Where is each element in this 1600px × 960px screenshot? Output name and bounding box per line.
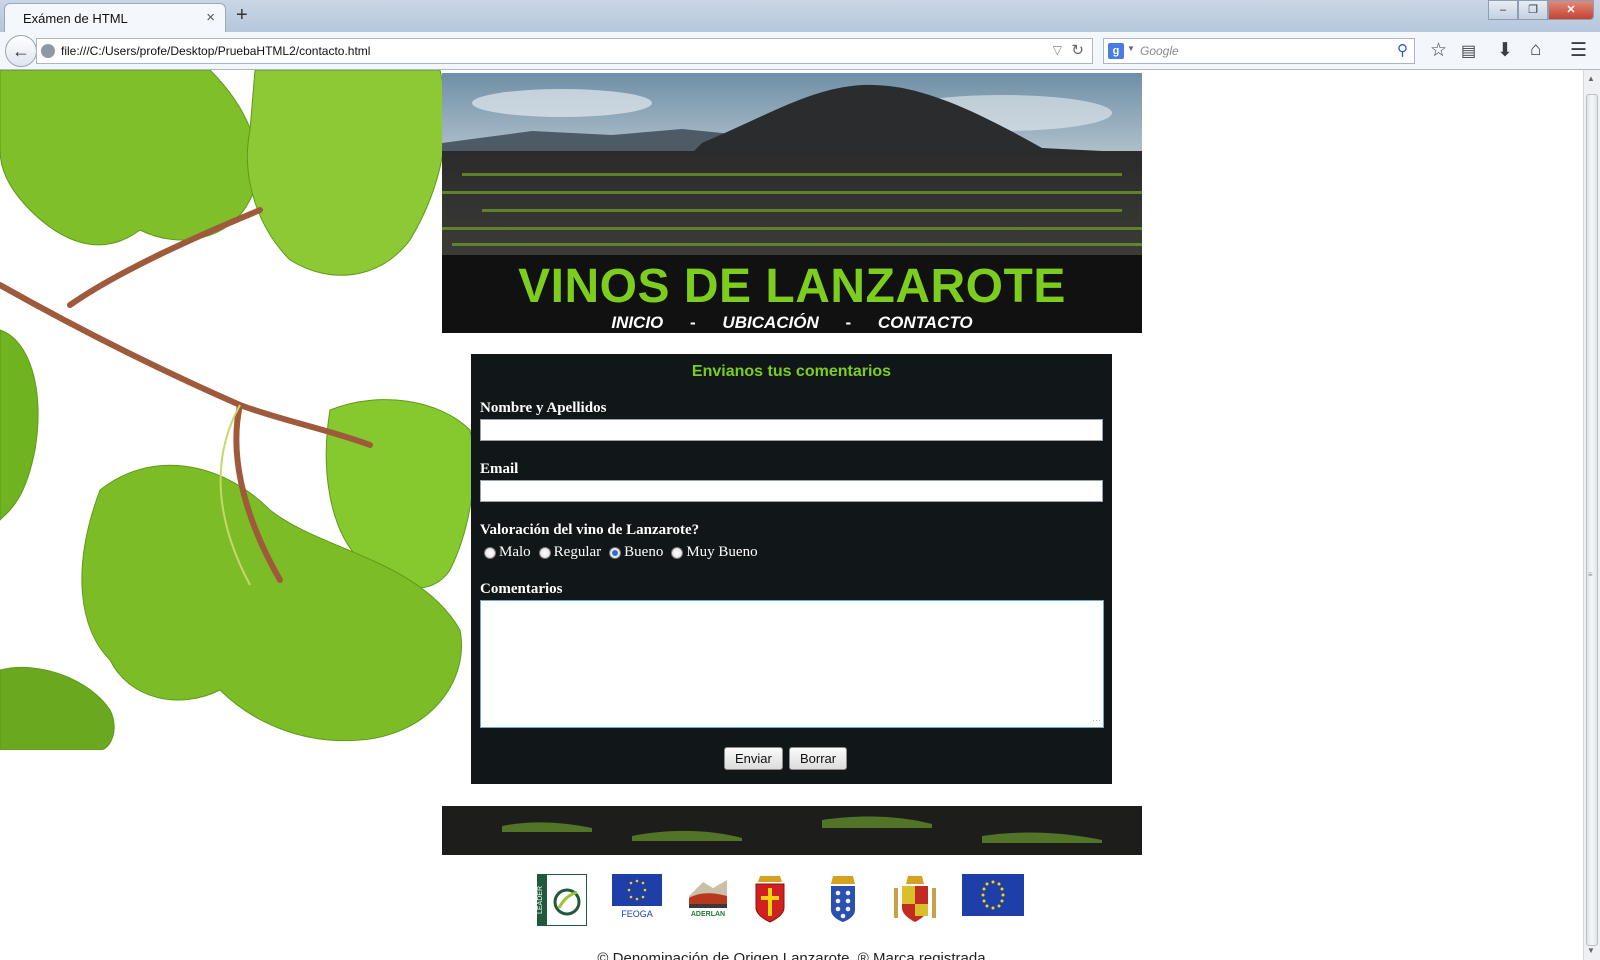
vine-leaves-background [0,70,475,750]
download-icon[interactable]: ⬇ [1497,39,1513,62]
contact-form: Envianos tus comentarios Nombre y Apelli… [471,354,1112,784]
submit-button[interactable]: Enviar [724,747,783,770]
email-label: Email [480,461,519,477]
lanzarote-shield [755,876,785,923]
back-button[interactable]: ← [5,35,37,67]
rating-label: Valoración del vino de Lanzarote? [480,522,700,538]
site-header: VINOS DE LANZAROTE INICIO - UBICACIÓN - … [442,73,1142,333]
search-input[interactable]: Google [1140,44,1179,58]
rating-radio-bueno[interactable] [609,546,622,559]
email-field[interactable] [480,480,1103,502]
menu-icon[interactable]: ☰ [1570,39,1587,62]
address-bar[interactable]: file:///C:/Users/profe/Desktop/PruebaHTM… [36,38,1093,64]
reload-icon[interactable]: ↻ [1071,41,1084,59]
nav-separator: - [690,313,696,332]
new-tab-button[interactable]: + [236,4,248,27]
rating-option-label: Muy Bueno [686,544,758,560]
footer-vineyard-strip [442,806,1142,855]
search-icon[interactable]: ⚲ [1397,41,1408,59]
nav-link-contacto[interactable]: CONTACTO [878,313,973,333]
form-heading: Envianos tus comentarios [691,363,892,380]
aderlan-text: ADERLAN [691,911,725,918]
navigation-toolbar: ← file:///C:/Users/profe/Desktop/PruebaH… [0,32,1600,70]
leader-logo: LEADER [537,874,587,926]
history-dropdown-icon[interactable]: ▽ [1053,43,1062,57]
rating-radio-muy-bueno[interactable] [671,546,684,559]
copyright-text: © Denominación de Origen Lanzarote. ® Ma… [597,950,986,960]
eu-flag [962,874,1024,916]
engine-dropdown-icon[interactable]: ▼ [1127,44,1135,53]
name-field[interactable] [480,419,1103,441]
close-tab-icon[interactable]: × [206,9,215,26]
restore-button[interactable]: ❐ [1518,0,1548,20]
vertical-scrollbar[interactable]: ▲ ≡ ▼ [1583,70,1600,960]
site-title: VINOS DE LANZAROTE [518,260,1066,313]
comments-label: Comentarios [480,581,563,597]
rating-group: Malo Regular Bueno Muy Bueno [484,544,766,561]
minimize-button[interactable]: ‒ [1488,0,1518,20]
nav-link-ubicacion[interactable]: UBICACIÓN [722,313,818,333]
scroll-up-icon[interactable]: ▲ [1587,74,1595,83]
page-viewport: VINOS DE LANZAROTE INICIO - UBICACIÓN - … [0,70,1583,960]
rating-option-label: Malo [499,544,531,560]
comments-textarea[interactable]: ⋯ [480,600,1104,728]
bookmarks-list-icon[interactable]: ▤ [1461,41,1476,61]
feoga-logo: FEOGA [612,874,662,919]
tab-active[interactable]: Exámen de HTML × [4,3,226,32]
resize-grip-icon[interactable]: ⋯ [1092,715,1101,726]
window-controls: ‒ ❐ ✕ [1488,0,1594,20]
reset-button[interactable]: Borrar [789,747,848,770]
canarias-shield [831,876,855,922]
volcano-vineyard-banner [442,73,1142,255]
scrollbar-grip-icon: ≡ [1588,570,1593,579]
rating-radio-malo[interactable] [484,546,496,559]
spain-coat-of-arms [894,876,936,922]
tab-strip: Exámen de HTML × + ‒ ❐ ✕ [0,0,1600,32]
scrollbar-thumb[interactable] [1586,94,1598,946]
search-bar[interactable]: g ▼ Google ⚲ [1103,38,1415,64]
rating-option-label: Bueno [624,544,664,560]
close-window-button[interactable]: ✕ [1548,0,1594,20]
bookmark-star-icon[interactable]: ☆ [1430,39,1447,62]
main-nav: INICIO - UBICACIÓN - CONTACTO [442,313,1142,333]
google-engine-icon[interactable]: g [1108,43,1124,59]
nav-link-inicio[interactable]: INICIO [611,313,663,333]
name-label: Nombre y Apellidos [480,400,607,416]
tab-title: Exámen de HTML [23,11,128,26]
aderlan-logo: ADERLAN [689,880,727,918]
scroll-down-icon[interactable]: ▼ [1587,946,1595,955]
back-arrow-icon: ← [12,41,30,61]
sponsor-logos: LEADER FEOGA ADERLAN [537,874,1137,930]
leader-logo-text: LEADER [537,886,544,914]
globe-icon [41,44,55,58]
url-text[interactable]: file:///C:/Users/profe/Desktop/PruebaHTM… [61,44,370,58]
rating-option-label: Regular [553,544,602,560]
feoga-text: FEOGA [621,909,653,919]
nav-separator: - [845,313,852,332]
vineyard-strip-image [442,806,1142,855]
home-icon[interactable]: ⌂ [1530,39,1541,61]
rating-radio-regular[interactable] [538,546,551,559]
